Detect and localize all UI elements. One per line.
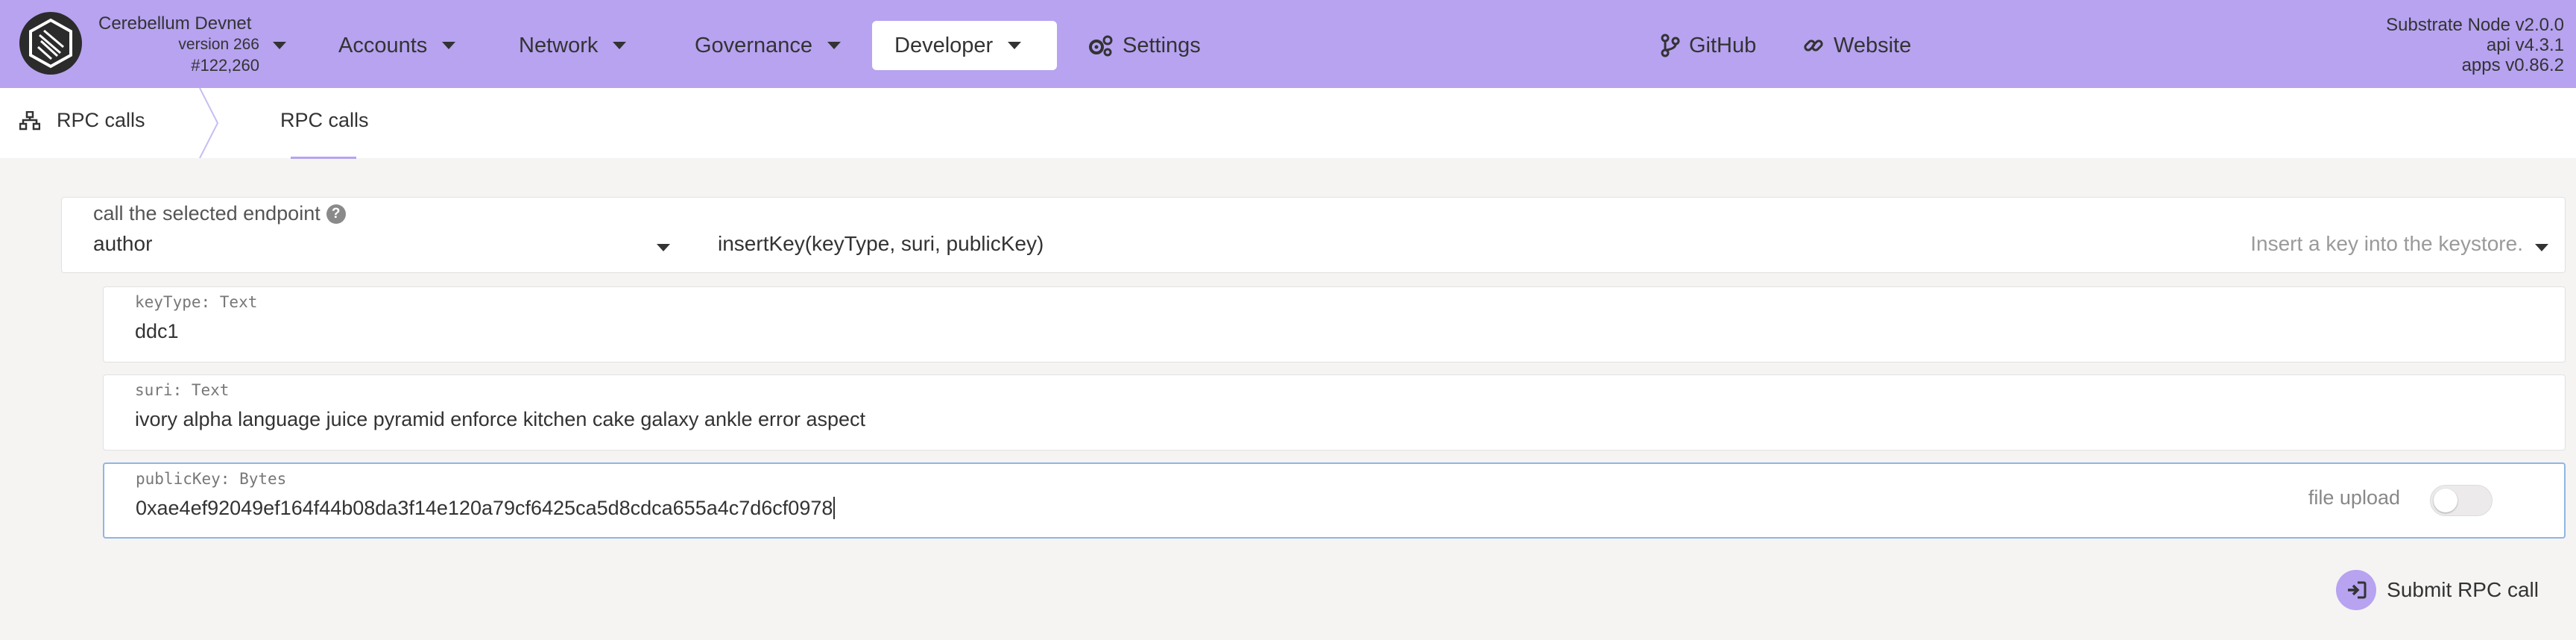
active-tab-indicator xyxy=(291,157,356,159)
chain-version: version 266 xyxy=(178,36,259,53)
chevron-down-icon xyxy=(1008,42,1022,49)
nav-governance[interactable]: Governance xyxy=(672,21,863,70)
api-version: api v4.3.1 xyxy=(2486,35,2564,55)
sub-navigation-bar: RPC calls RPC calls xyxy=(0,88,2576,159)
param-publickey-input[interactable]: 0xae4ef92049ef164f44b08da3f14e120a79cf64… xyxy=(136,497,833,519)
nav-network[interactable]: Network xyxy=(496,21,648,70)
param-suri-input[interactable]: ivory alpha language juice pyramid enfor… xyxy=(135,408,865,431)
section-title-label: RPC calls xyxy=(57,109,145,131)
block-number: #122,260 xyxy=(191,56,259,75)
breadcrumb-divider xyxy=(199,88,219,158)
link-icon xyxy=(1804,40,1823,51)
nav-accounts[interactable]: Accounts xyxy=(316,21,478,70)
param-publickey-input-wrap[interactable]: 0xae4ef92049ef164f44b08da3f14e120a79cf64… xyxy=(136,497,836,520)
nav-accounts-label: Accounts xyxy=(338,33,428,57)
node-info: Substrate Node v2.0.0 api v4.3.1 apps v0… xyxy=(2386,15,2564,75)
github-link[interactable]: GitHub xyxy=(1661,21,1756,70)
website-link-label: Website xyxy=(1834,33,1912,57)
node-name: Substrate Node v2.0.0 xyxy=(2386,15,2564,35)
nav-settings[interactable]: Settings xyxy=(1066,21,1223,70)
submit-rpc-call-button[interactable]: Submit RPC call xyxy=(2336,570,2539,610)
code-branch-icon xyxy=(1661,34,1680,57)
gears-icon xyxy=(1089,35,1113,57)
chevron-down-icon xyxy=(613,42,627,49)
chevron-down-icon xyxy=(827,42,841,49)
website-link[interactable]: Website xyxy=(1802,21,1911,70)
endpoint-selector: call the selected endpoint ? author inse… xyxy=(61,197,2566,273)
chevron-down-icon[interactable] xyxy=(2535,244,2548,251)
tab-rpc-calls[interactable]: RPC calls xyxy=(280,109,369,132)
toggle-knob xyxy=(2434,489,2457,512)
param-keytype-input[interactable]: ddc1 xyxy=(135,320,179,343)
method-dropdown[interactable]: insertKey(keyType, suri, publicKey) xyxy=(718,232,1044,256)
apps-version: apps v0.86.2 xyxy=(2461,55,2564,75)
param-suri-field[interactable]: suri: Text ivory alpha language juice py… xyxy=(103,374,2566,451)
file-upload-toggle[interactable] xyxy=(2430,485,2493,516)
submit-label: Submit RPC call xyxy=(2387,578,2539,601)
param-label: suri: Text xyxy=(135,381,230,399)
param-keytype-field[interactable]: keyType: Text ddc1 xyxy=(103,286,2566,363)
nav-network-label: Network xyxy=(519,33,599,57)
nav-governance-label: Governance xyxy=(695,33,812,57)
chevron-down-icon[interactable] xyxy=(657,244,670,251)
method-description: Insert a key into the keystore. xyxy=(2250,232,2523,255)
chevron-down-icon xyxy=(442,42,456,49)
chain-name: Cerebellum Devnet xyxy=(98,13,252,34)
chain-logo[interactable] xyxy=(19,12,82,75)
param-label: keyType: Text xyxy=(135,293,258,311)
sitemap-icon xyxy=(19,110,40,130)
sign-in-icon xyxy=(2336,570,2377,610)
text-cursor xyxy=(833,497,836,519)
param-publickey-field[interactable]: publicKey: Bytes 0xae4ef92049ef164f44b08… xyxy=(103,462,2566,539)
nav-developer-label: Developer xyxy=(894,33,994,57)
top-navigation-bar: Cerebellum Devnet version 266 #122,260 A… xyxy=(0,0,2576,88)
file-upload-label: file upload xyxy=(2308,486,2400,509)
section-title: RPC calls xyxy=(19,109,145,132)
endpoint-label: call the selected endpoint ? xyxy=(93,202,346,225)
nav-settings-label: Settings xyxy=(1123,33,1201,57)
param-label: publicKey: Bytes xyxy=(136,470,287,488)
chain-logo-icon xyxy=(29,18,72,69)
question-circle-icon[interactable]: ? xyxy=(326,204,346,224)
endpoint-label-text: call the selected endpoint xyxy=(93,202,321,225)
chevron-down-icon xyxy=(273,42,286,49)
chain-selector[interactable]: Cerebellum Devnet version 266 #122,260 xyxy=(98,13,286,76)
github-link-label: GitHub xyxy=(1689,33,1757,57)
nav-developer[interactable]: Developer xyxy=(872,21,1057,70)
section-dropdown[interactable]: author xyxy=(93,232,152,256)
